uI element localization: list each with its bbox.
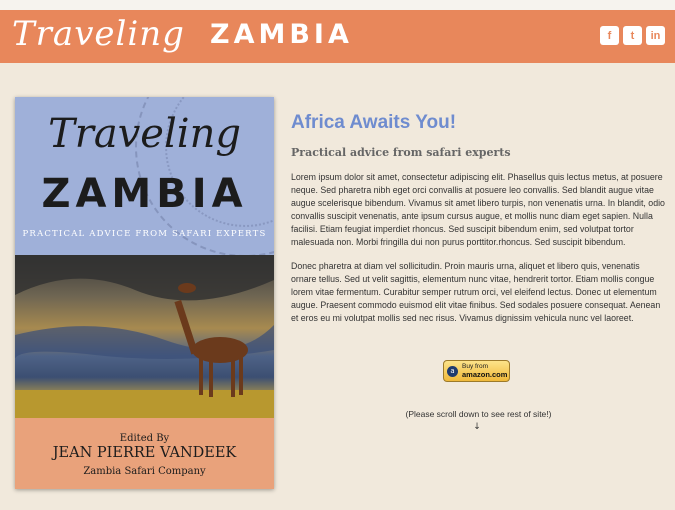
giraffe-illustration — [15, 255, 274, 418]
intro-paragraph-1: Lorem ipsum dolor sit amet, consectetur … — [291, 172, 665, 247]
book-author: JEAN PIERRE VANDEEK — [52, 445, 237, 461]
site-header: Traveling ZAMBIA f t in — [0, 10, 675, 63]
amazon-icon: a — [447, 365, 458, 377]
book-cover-top: Traveling ZAMBIA PRACTICAL ADVICE FROM S… — [15, 97, 274, 257]
social-links: f t in — [600, 26, 665, 45]
giraffe-photo — [15, 255, 274, 418]
site-title-script: Traveling — [12, 14, 185, 54]
book-subtitle: PRACTICAL ADVICE FROM SAFARI EXPERTS — [22, 229, 267, 239]
book-title: ZAMBIA — [41, 171, 248, 217]
page-heading: Africa Awaits You! — [291, 112, 457, 133]
book-cover: Traveling ZAMBIA PRACTICAL ADVICE FROM S… — [15, 97, 274, 489]
buy-button-text: Buy from amazon.com — [462, 363, 507, 379]
top-strip — [0, 0, 675, 10]
buy-button-line2: amazon.com — [462, 370, 508, 379]
facebook-icon[interactable]: f — [600, 26, 619, 45]
scroll-down-arrow-icon: ↓ — [473, 422, 481, 432]
book-title-script: Traveling — [48, 111, 241, 157]
main-content: Africa Awaits You! Practical advice from… — [291, 112, 666, 325]
book-company: Zambia Safari Company — [83, 466, 206, 477]
site-title: ZAMBIA — [210, 19, 353, 50]
linkedin-icon[interactable]: in — [646, 26, 665, 45]
intro-paragraph-2: Donec pharetra at diam vel sollicitudin.… — [291, 261, 661, 324]
buy-from-amazon-button[interactable]: a Buy from amazon.com — [443, 360, 510, 382]
twitter-icon[interactable]: t — [623, 26, 642, 45]
edited-by-label: Edited By — [119, 433, 170, 444]
scroll-note: (Please scroll down to see rest of site!… — [405, 409, 552, 419]
page-subheading: Practical advice from safari experts — [291, 146, 511, 159]
book-cover-bottom: Edited By JEAN PIERRE VANDEEK Zambia Saf… — [15, 418, 274, 489]
